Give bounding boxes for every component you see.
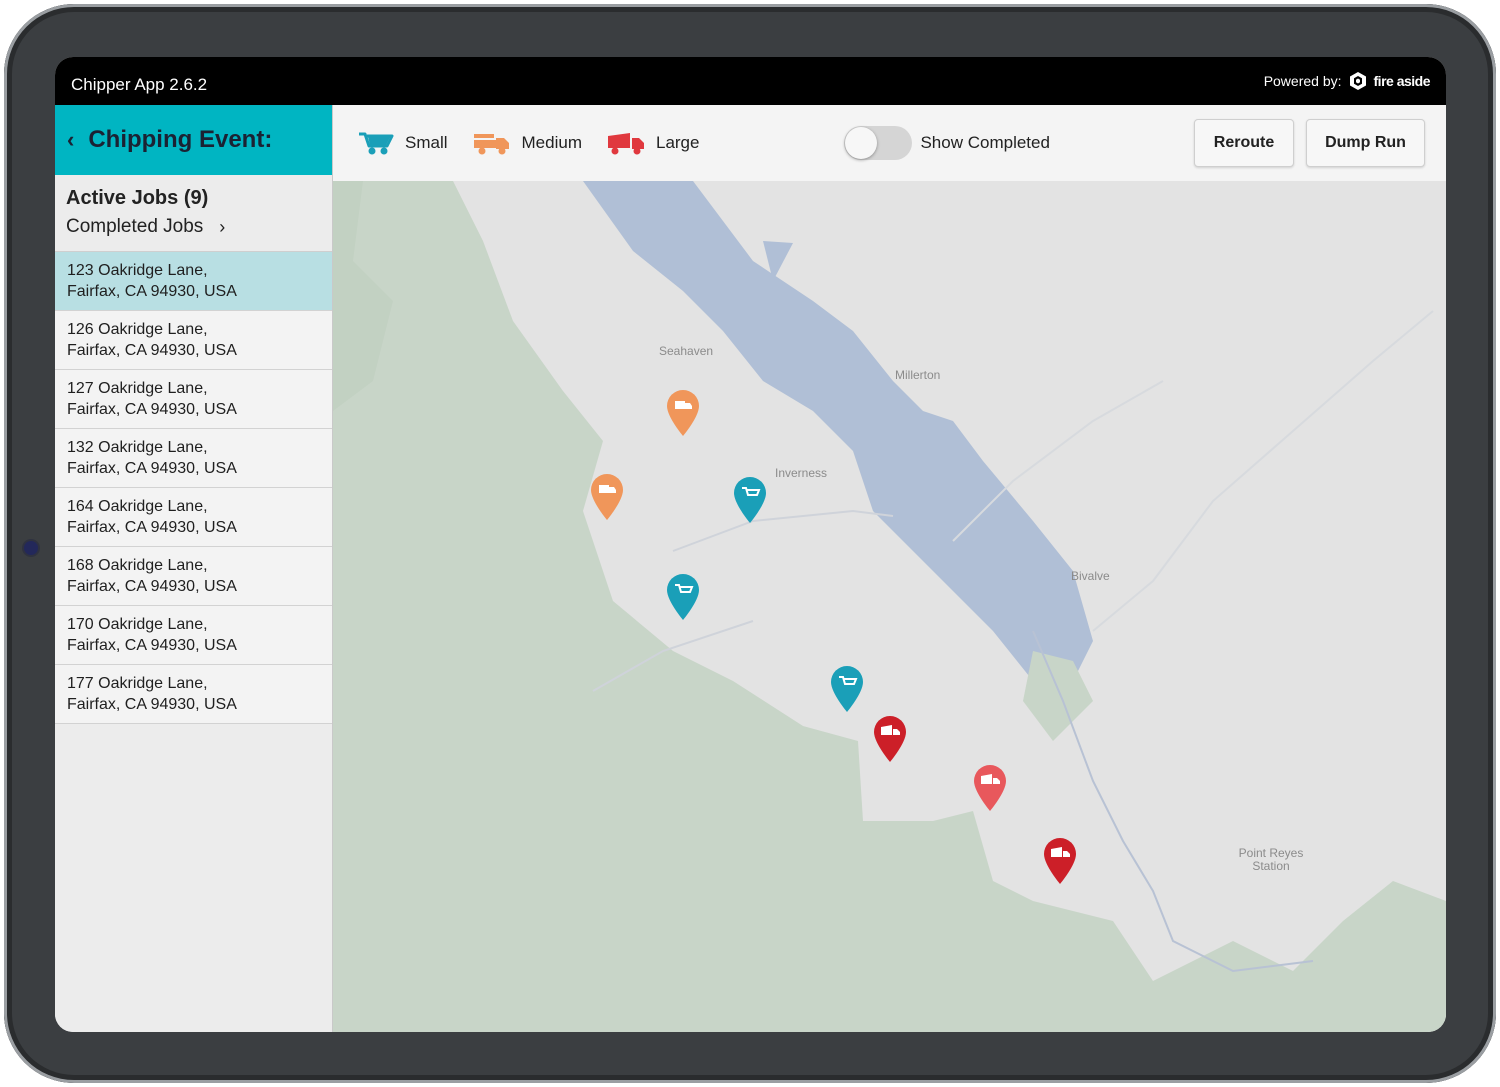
job-list-item[interactable]: 164 Oakridge Lane, Fairfax, CA 94930, US… [55, 488, 332, 547]
map-label-seahaven: Seahaven [659, 344, 714, 358]
dump-run-button[interactable]: Dump Run [1306, 119, 1425, 167]
powered-by: Powered by: fire aside [1263, 71, 1431, 91]
job-tabs: Active Jobs (9) Completed Jobs › [55, 175, 332, 252]
job-address-line2: Fairfax, CA 94930, USA [67, 401, 237, 418]
legend-small: Small [357, 130, 448, 156]
job-pin-medium[interactable] [590, 473, 624, 521]
job-address-line1: 164 Oakridge Lane, [67, 498, 208, 515]
job-address-line2: Fairfax, CA 94930, USA [67, 519, 237, 536]
show-completed: Show Completed [844, 126, 1050, 160]
job-address-line1: 132 Oakridge Lane, [67, 439, 208, 456]
legend-large-label: Large [655, 133, 700, 152]
app-screen: Chipper App 2.6.2 Powered by: fire aside… [55, 57, 1446, 1032]
dump-truck-icon [607, 133, 644, 155]
show-completed-toggle[interactable] [844, 126, 913, 160]
job-list: 123 Oakridge Lane, Fairfax, CA 94930, US… [55, 252, 332, 724]
job-address-line2: Fairfax, CA 94930, USA [67, 460, 237, 477]
job-pin-medium[interactable] [666, 389, 700, 437]
pickup-truck-icon [473, 134, 509, 155]
wheelbarrow-icon [359, 132, 394, 155]
job-pin-large[interactable] [1043, 837, 1077, 885]
map-toolbar: Small Medium Large Show Completed Rerout… [333, 105, 1446, 181]
toggle-knob [845, 127, 878, 159]
map-label-millerton: Millerton [895, 368, 941, 382]
job-list-item[interactable]: 177 Oakridge Lane, Fairfax, CA 94930, US… [55, 665, 332, 724]
map-label-point-reyes-station: Point Reyes Station [1238, 846, 1304, 873]
sidebar-header: ‹ Chipping Event: [55, 105, 332, 175]
job-address-line2: Fairfax, CA 94930, USA [67, 637, 237, 654]
show-completed-label: Show Completed [920, 133, 1050, 152]
brand-name: fire aside [1373, 73, 1431, 89]
job-address-line1: 127 Oakridge Lane, [67, 380, 208, 397]
app-title: Chipper App 2.6.2 [71, 75, 208, 94]
map-view[interactable]: Seahaven Millerton Inverness Bivalve Poi… [333, 181, 1446, 1032]
legend-medium-label: Medium [521, 133, 582, 152]
status-bar: Chipper App 2.6.2 Powered by: fire aside [55, 57, 1446, 105]
job-address-line1: 168 Oakridge Lane, [67, 557, 208, 574]
tab-completed-jobs[interactable]: Completed Jobs › [66, 216, 332, 238]
job-address-line2: Fairfax, CA 94930, USA [67, 283, 237, 300]
job-address-line1: 126 Oakridge Lane, [67, 321, 208, 338]
job-list-item[interactable]: 123 Oakridge Lane, Fairfax, CA 94930, US… [55, 252, 332, 311]
legend-small-label: Small [405, 133, 448, 152]
job-list-item[interactable]: 127 Oakridge Lane, Fairfax, CA 94930, US… [55, 370, 332, 429]
legend-medium: Medium [472, 130, 582, 156]
tab-active-jobs[interactable]: Active Jobs (9) [66, 187, 332, 210]
reroute-button[interactable]: Reroute [1194, 119, 1294, 167]
powered-by-label: Powered by: [1263, 73, 1342, 89]
job-list-item[interactable]: 170 Oakridge Lane, Fairfax, CA 94930, US… [55, 606, 332, 665]
job-address-line1: 170 Oakridge Lane, [67, 616, 208, 633]
camera-icon [24, 541, 38, 555]
sidebar: ‹ Chipping Event: Active Jobs (9) Comple… [55, 105, 333, 1032]
job-pin-small[interactable] [830, 665, 864, 713]
job-address-line2: Fairfax, CA 94930, USA [67, 696, 237, 713]
map-base [333, 181, 1446, 1032]
job-list-item[interactable]: 168 Oakridge Lane, Fairfax, CA 94930, US… [55, 547, 332, 606]
event-title: Chipping Event: [88, 126, 273, 153]
job-pin-large[interactable] [873, 715, 907, 763]
fire-aside-logo-icon [1349, 72, 1366, 90]
job-address-line1: 123 Oakridge Lane, [67, 262, 208, 279]
job-pin-large[interactable] [973, 764, 1007, 812]
job-list-item[interactable]: 132 Oakridge Lane, Fairfax, CA 94930, US… [55, 429, 332, 488]
legend-large: Large [606, 130, 699, 156]
job-list-item[interactable]: 126 Oakridge Lane, Fairfax, CA 94930, US… [55, 311, 332, 370]
job-pin-small[interactable] [733, 476, 767, 524]
map-label-inverness: Inverness [775, 466, 828, 480]
job-pin-small[interactable] [666, 573, 700, 621]
completed-jobs-label: Completed Jobs [66, 216, 204, 237]
chevron-right-icon: › [219, 216, 226, 237]
map-label-bivalve: Bivalve [1071, 569, 1110, 583]
job-address-line2: Fairfax, CA 94930, USA [67, 342, 237, 359]
chevron-left-icon[interactable]: ‹ [67, 127, 74, 153]
job-address-line2: Fairfax, CA 94930, USA [67, 578, 237, 595]
job-address-line1: 177 Oakridge Lane, [67, 675, 208, 692]
